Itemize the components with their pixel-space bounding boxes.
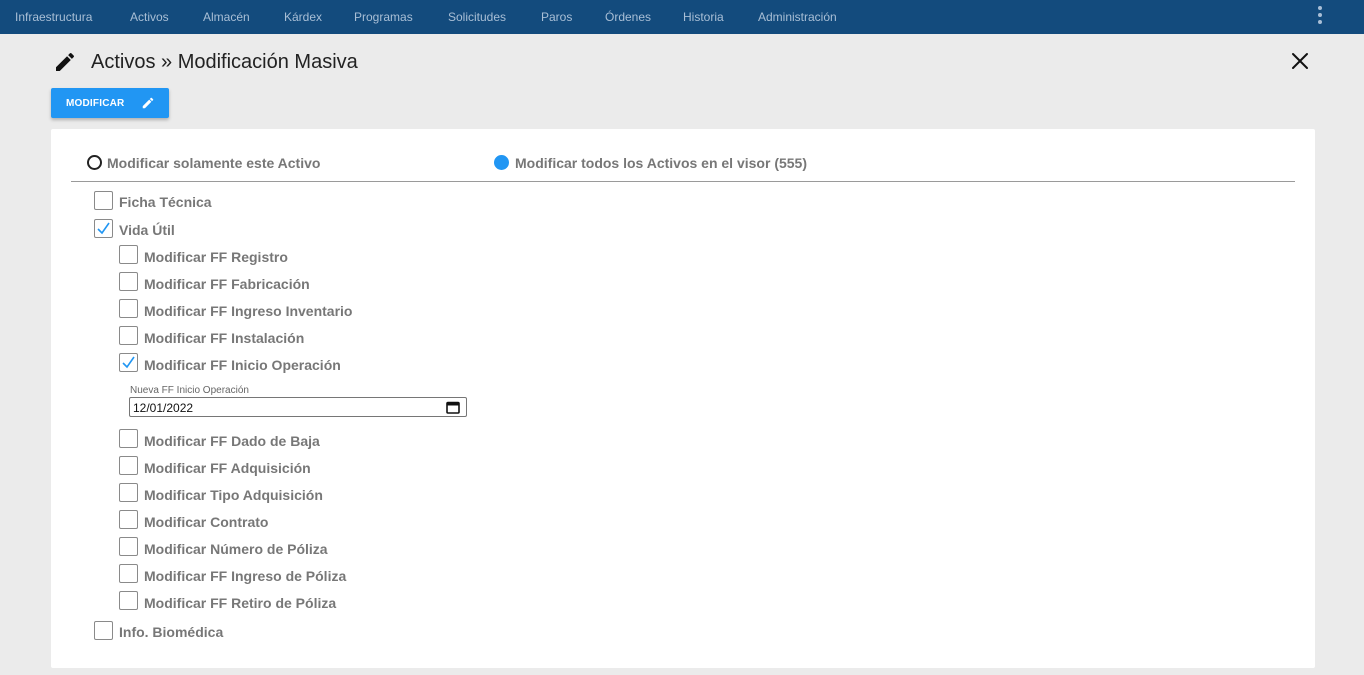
inicio-operacion-date-input[interactable]: 12/01/2022	[129, 397, 467, 417]
pencil-icon	[142, 97, 154, 109]
checkbox-tipo-adquisicion[interactable]	[119, 483, 138, 502]
checkbox-ff-retiro-poliza-label[interactable]: Modificar FF Retiro de Póliza	[144, 595, 336, 611]
checkmark-icon	[97, 222, 110, 235]
radio-single-asset[interactable]	[87, 155, 102, 170]
radio-all-assets[interactable]	[494, 155, 509, 170]
checkbox-contrato-label[interactable]: Modificar Contrato	[144, 514, 268, 530]
date-value: 12/01/2022	[133, 401, 194, 415]
nav-item-administracion[interactable]: Administración	[758, 10, 837, 24]
checkbox-ff-fabricacion[interactable]	[119, 272, 138, 291]
checkbox-ficha-tecnica[interactable]	[94, 191, 113, 210]
checkbox-numero-poliza[interactable]	[119, 537, 138, 556]
checkbox-contrato[interactable]	[119, 510, 138, 529]
checkbox-ff-adquisicion-label[interactable]: Modificar FF Adquisición	[144, 460, 311, 476]
pencil-icon	[56, 52, 75, 71]
checkbox-tipo-adquisicion-label[interactable]: Modificar Tipo Adquisición	[144, 487, 323, 503]
checkbox-ff-instalacion[interactable]	[119, 326, 138, 345]
checkbox-vida-util-label[interactable]: Vida Útil	[119, 222, 175, 238]
page-title: Activos » Modificación Masiva	[91, 51, 358, 73]
checkbox-ff-adquisicion[interactable]	[119, 456, 138, 475]
checkbox-ff-ingreso-poliza-label[interactable]: Modificar FF Ingreso de Póliza	[144, 568, 346, 584]
calendar-icon[interactable]	[446, 401, 460, 414]
checkbox-ff-ingreso-inventario[interactable]	[119, 299, 138, 318]
nav-item-solicitudes[interactable]: Solicitudes	[448, 10, 506, 24]
checkbox-ff-fabricacion-label[interactable]: Modificar FF Fabricación	[144, 276, 310, 292]
radio-all-assets-label[interactable]: Modificar todos los Activos en el visor …	[515, 155, 807, 171]
checkbox-ff-registro[interactable]	[119, 245, 138, 264]
nav-item-ordenes[interactable]: Órdenes	[605, 10, 651, 24]
checkbox-ff-inicio-operacion[interactable]	[119, 353, 138, 372]
top-navigation-bar: Infraestructura Activos Almacén Kárdex P…	[0, 0, 1364, 34]
date-field-caption: Nueva FF Inicio Operación	[130, 385, 249, 396]
nav-item-programas[interactable]: Programas	[354, 10, 413, 24]
checkbox-info-biomedica[interactable]	[94, 621, 113, 640]
checkbox-ff-registro-label[interactable]: Modificar FF Registro	[144, 249, 288, 265]
nav-item-almacen[interactable]: Almacén	[203, 10, 250, 24]
divider	[71, 181, 1295, 182]
checkbox-ff-instalacion-label[interactable]: Modificar FF Instalación	[144, 330, 304, 346]
nav-item-activos[interactable]: Activos	[130, 10, 169, 24]
checkmark-icon	[122, 356, 135, 369]
close-icon[interactable]	[1288, 49, 1312, 73]
radio-single-asset-label[interactable]: Modificar solamente este Activo	[107, 155, 320, 171]
checkbox-info-biomedica-label[interactable]: Info. Biomédica	[119, 624, 223, 640]
kebab-menu-icon[interactable]	[1313, 5, 1327, 25]
nav-item-infraestructura[interactable]: Infraestructura	[15, 10, 92, 24]
checkbox-ff-dado-de-baja[interactable]	[119, 429, 138, 448]
checkbox-numero-poliza-label[interactable]: Modificar Número de Póliza	[144, 541, 328, 557]
nav-item-historia[interactable]: Historia	[683, 10, 724, 24]
checkbox-vida-util[interactable]	[94, 219, 113, 238]
checkbox-ff-ingreso-inventario-label[interactable]: Modificar FF Ingreso Inventario	[144, 303, 352, 319]
nav-item-paros[interactable]: Paros	[541, 10, 572, 24]
checkbox-ficha-tecnica-label[interactable]: Ficha Técnica	[119, 194, 212, 210]
checkbox-ff-retiro-poliza[interactable]	[119, 591, 138, 610]
checkbox-ff-ingreso-poliza[interactable]	[119, 564, 138, 583]
checkbox-ff-dado-de-baja-label[interactable]: Modificar FF Dado de Baja	[144, 433, 320, 449]
checkbox-ff-inicio-operacion-label[interactable]: Modificar FF Inicio Operación	[144, 357, 341, 373]
modify-button[interactable]: MODIFICAR	[51, 88, 169, 118]
nav-item-kardex[interactable]: Kárdex	[284, 10, 322, 24]
modify-button-label: MODIFICAR	[66, 98, 125, 109]
